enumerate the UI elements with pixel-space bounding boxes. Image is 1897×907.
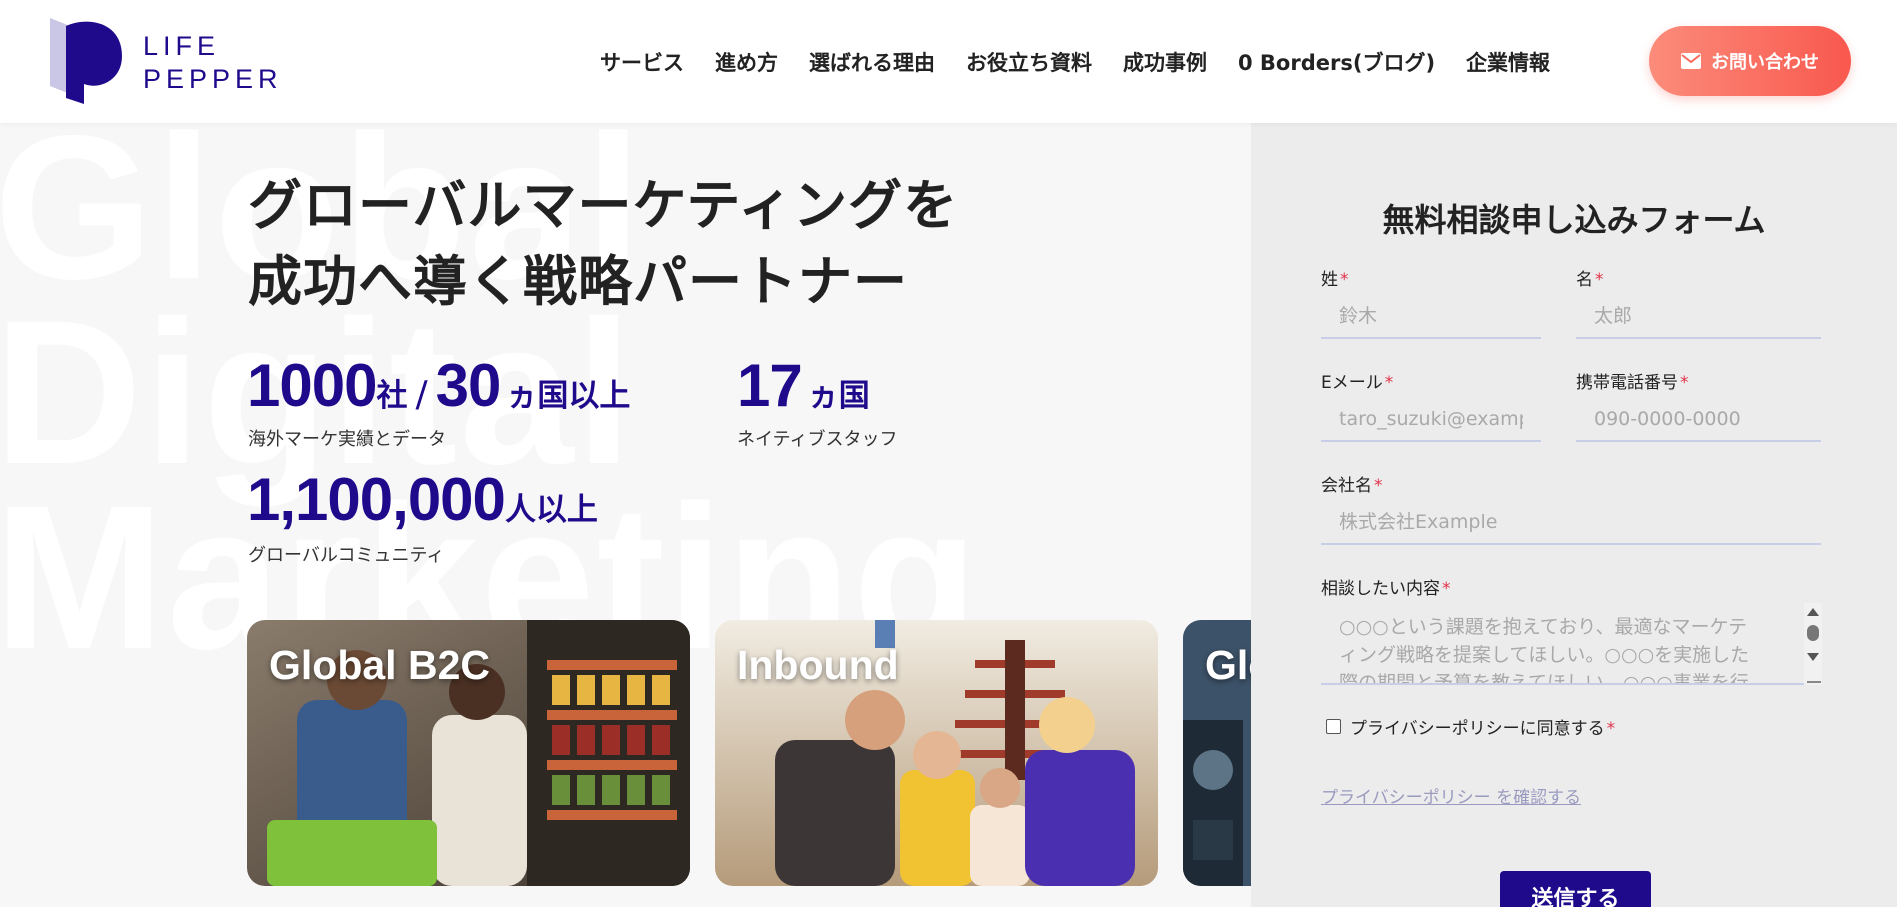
inquiry-label: 相談したい内容 * <box>1321 574 1451 599</box>
stat-community: 1,100,000人以上 <box>247 465 598 534</box>
email-label: Eメール * <box>1321 368 1393 393</box>
nav-item-reasons[interactable]: 選ばれる理由 <box>809 47 935 77</box>
nav-item-blog[interactable]: 0 Borders(ブログ) <box>1238 47 1435 77</box>
phone-input[interactable] <box>1576 398 1821 442</box>
first-name-label: 名 * <box>1576 265 1604 290</box>
contact-button[interactable]: お問い合わせ <box>1649 26 1851 96</box>
privacy-checkbox[interactable] <box>1326 719 1341 734</box>
scroll-down-icon[interactable] <box>1807 653 1819 661</box>
mail-icon <box>1681 53 1701 69</box>
contact-button-label: お問い合わせ <box>1711 52 1819 73</box>
logo-mark-icon <box>50 18 122 104</box>
card-global-title: Global <box>1205 642 1251 688</box>
stat-countries-number: 30 <box>435 352 502 419</box>
logo-line2: PEPPER <box>143 64 283 94</box>
company-label: 会社名 * <box>1321 471 1383 496</box>
nav-item-resources[interactable]: お役立ち資料 <box>966 47 1092 77</box>
card-global-b2c[interactable]: Global B2C <box>247 620 690 886</box>
stat-native-unit: ヵ国 <box>807 378 870 414</box>
privacy-policy-link[interactable]: プライバシーポリシー を確認する <box>1321 783 1581 808</box>
company-input[interactable] <box>1321 501 1821 545</box>
required-mark: * <box>1680 373 1689 393</box>
hero-section: Global Digital Marketing グローバルマーケティングを 成… <box>0 123 1251 907</box>
consultation-form: 無料相談申し込みフォーム 姓* 名* Eメール* 携帯電話番号* 会社名* 相談… <box>1251 123 1897 907</box>
privacy-agree-row[interactable]: プライバシーポリシーに同意する * <box>1326 714 1615 739</box>
nav-item-company[interactable]: 企業情報 <box>1466 47 1550 77</box>
logo-text: LIFE PEPPER <box>143 30 283 96</box>
scroll-up-icon[interactable] <box>1807 608 1819 616</box>
required-mark: * <box>1442 579 1451 599</box>
stat-companies-countries: 1000社/30 ヵ国以上 <box>247 351 630 420</box>
required-mark: * <box>1340 270 1349 290</box>
required-mark: * <box>1374 476 1383 496</box>
email-label-text: Eメール <box>1321 373 1383 393</box>
hero-title-line1: グローバルマーケティングを <box>248 174 959 237</box>
stat-native-number: 17 <box>737 352 803 419</box>
scroll-thumb[interactable] <box>1807 625 1819 641</box>
stat-community-unit: 人以上 <box>504 492 598 528</box>
stat-companies-unit: 社 <box>376 378 408 414</box>
stat-companies-number: 1000 <box>247 352 377 419</box>
logo[interactable]: LIFE PEPPER <box>48 18 288 104</box>
company-label-text: 会社名 <box>1321 476 1372 496</box>
site-header: LIFE PEPPER サービス 進め方 選ばれる理由 お役立ち資料 成功事例 … <box>0 0 1897 123</box>
last-name-input[interactable] <box>1321 295 1541 339</box>
logo-line1: LIFE <box>143 31 221 61</box>
form-title: 無料相談申し込みフォーム <box>1382 201 1766 239</box>
card-global-b2c-title: Global B2C <box>269 642 490 688</box>
required-mark: * <box>1606 719 1616 739</box>
last-name-label-text: 姓 <box>1321 270 1338 290</box>
card-inbound-title: Inbound <box>737 642 899 688</box>
required-mark: * <box>1595 270 1604 290</box>
phone-label: 携帯電話番号 * <box>1576 368 1689 393</box>
submit-button[interactable]: 送信する <box>1500 871 1651 907</box>
resize-handle-icon[interactable] <box>1807 671 1821 683</box>
stat-community-label: グローバルコミュニティ <box>248 545 445 566</box>
inquiry-label-text: 相談したい内容 <box>1321 579 1440 599</box>
stat-separator: / <box>415 374 428 415</box>
card-global[interactable]: Global <box>1183 620 1251 886</box>
inquiry-textarea[interactable] <box>1321 603 1821 685</box>
stat-community-number: 1,100,000 <box>247 466 506 533</box>
first-name-input[interactable] <box>1576 295 1821 339</box>
last-name-label: 姓 * <box>1321 265 1349 290</box>
main-nav: サービス 進め方 選ばれる理由 お役立ち資料 成功事例 0 Borders(ブロ… <box>600 0 1581 123</box>
hero-title: グローバルマーケティングを 成功へ導く戦略パートナー <box>248 168 958 320</box>
nav-item-cases[interactable]: 成功事例 <box>1123 47 1207 77</box>
privacy-checkbox-label: プライバシーポリシーに同意する * <box>1350 714 1615 739</box>
privacy-checkbox-label-text: プライバシーポリシーに同意する <box>1350 719 1605 739</box>
hero-title-line2: 成功へ導く戦略パートナー <box>248 250 908 313</box>
stat-native: 17 ヵ国 <box>737 351 870 420</box>
nav-item-process[interactable]: 進め方 <box>715 47 778 77</box>
card-inbound[interactable]: Inbound <box>715 620 1158 886</box>
stat-companies-label: 海外マーケ実績とデータ <box>248 429 446 450</box>
required-mark: * <box>1384 373 1394 393</box>
nav-item-service[interactable]: サービス <box>600 47 684 77</box>
first-name-label-text: 名 <box>1576 270 1593 290</box>
phone-label-text: 携帯電話番号 <box>1576 373 1678 393</box>
stat-native-label: ネイティブスタッフ <box>737 429 898 450</box>
stat-countries-unit: ヵ国以上 <box>506 378 631 414</box>
email-input[interactable] <box>1321 398 1541 442</box>
